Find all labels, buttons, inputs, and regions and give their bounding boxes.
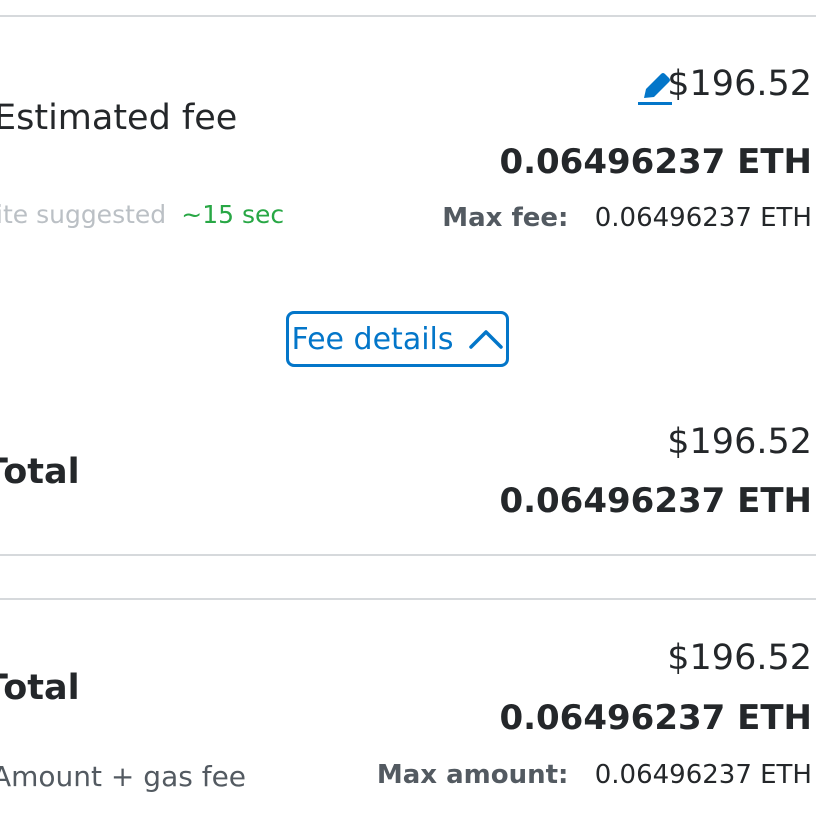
amount-plus-gas-text: Amount + gas fee [0, 760, 247, 793]
total-label: Total [0, 668, 80, 708]
estimated-fee-label: Estimated fee [0, 98, 238, 138]
fee-estimate-meta: ite suggested ~15 sec [0, 200, 284, 229]
max-fee-value: 0.06496237 ETH [594, 203, 812, 233]
fee-time-estimate: ~15 sec [181, 200, 285, 229]
estimated-fee-eth: 0.06496237 ETH [499, 142, 812, 182]
fee-details-label: Fee details [291, 321, 454, 357]
section-divider [0, 598, 816, 600]
fee-details-button[interactable]: Fee details [286, 311, 509, 367]
max-fee-label: Max fee: [442, 203, 569, 233]
max-amount-value: 0.06496237 ETH [594, 760, 812, 790]
total-label: Total [0, 452, 80, 492]
max-fee-row: Max fee: 0.06496237 ETH [442, 203, 812, 233]
total-eth: 0.06496237 ETH [499, 698, 812, 738]
max-amount-label: Max amount: [376, 760, 569, 790]
total-eth: 0.06496237 ETH [499, 481, 812, 521]
chevron-up-icon [468, 330, 503, 349]
total-fiat: $196.52 [667, 422, 812, 462]
estimated-fee-fiat: $196.52 [667, 64, 812, 104]
fee-source-text: ite suggested [0, 200, 167, 229]
top-divider [0, 15, 816, 17]
total-fiat: $196.52 [667, 638, 812, 678]
section-divider [0, 554, 816, 556]
max-amount-row: Max amount: 0.06496237 ETH [377, 760, 812, 790]
